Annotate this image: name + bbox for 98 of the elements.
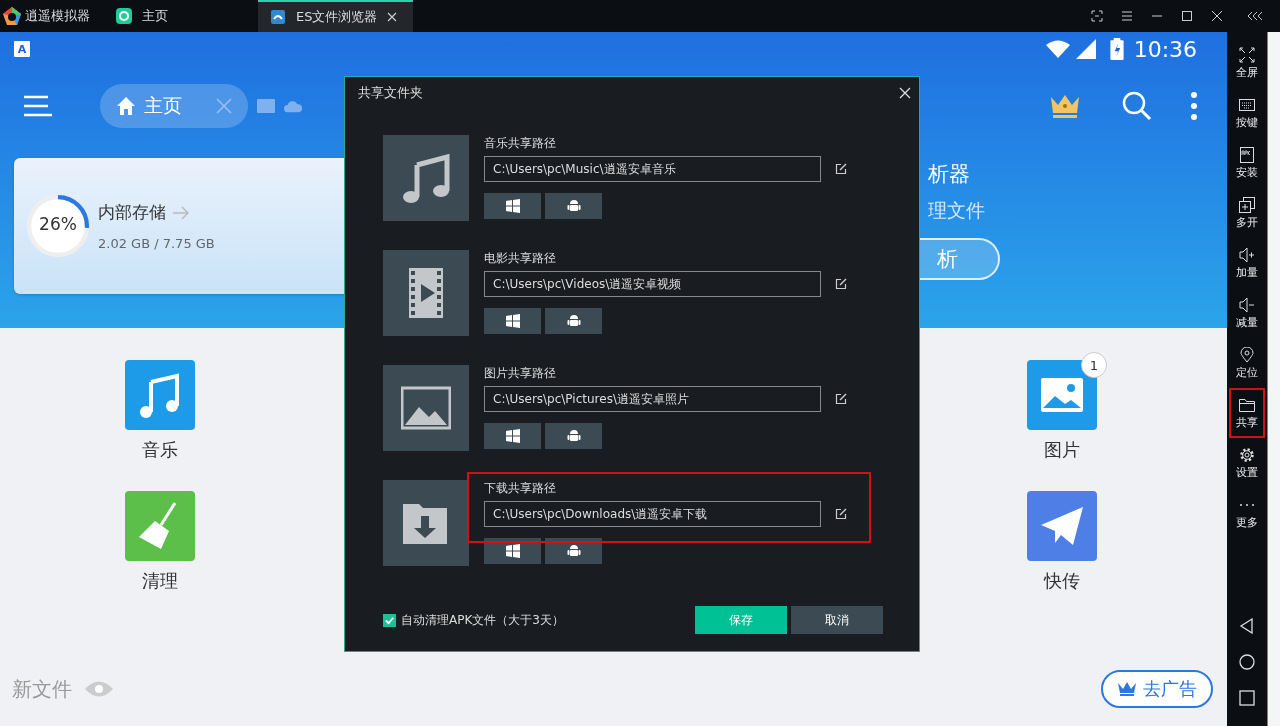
wifi-icon: [1045, 39, 1070, 59]
window-tab[interactable]: 主页: [110, 0, 200, 32]
picture-icon: [1027, 360, 1097, 430]
category-label: 音乐: [142, 438, 178, 462]
storage-percent: 26%: [38, 214, 78, 234]
count-badge: 1: [1081, 352, 1107, 378]
paper-plane-icon: [1027, 491, 1097, 561]
android-button[interactable]: [545, 423, 602, 449]
broom-icon: [125, 491, 195, 561]
edit-icon[interactable]: [835, 508, 847, 520]
windows-icon: [505, 314, 520, 328]
close-icon[interactable]: [899, 87, 911, 99]
notification-icon: A: [14, 41, 30, 57]
windows-icon: [505, 199, 520, 213]
sidebar-item[interactable]: 加量: [1229, 238, 1266, 288]
battery-icon: [1109, 38, 1124, 60]
music-note-icon: [125, 360, 195, 430]
remove-ads-button[interactable]: 去广告: [1101, 670, 1214, 708]
path-field[interactable]: C:\Users\pc\Downloads\逍遥安卓下载: [484, 501, 821, 527]
storage-title: 内部存储: [98, 201, 166, 224]
volume-down-icon: [1239, 296, 1256, 313]
recent-apps-icon[interactable]: [1239, 690, 1256, 706]
maximize-icon[interactable]: [1181, 10, 1193, 22]
status-time: 10:36: [1133, 36, 1198, 62]
crown-icon[interactable]: [1050, 93, 1081, 119]
analyzer-title: 析器: [928, 161, 971, 188]
sidebar-item[interactable]: 安装: [1229, 138, 1266, 188]
sidebar-item[interactable]: 多开: [1229, 188, 1266, 238]
storage-size: 2.02 GB / 7.75 GB: [98, 236, 215, 251]
path-field[interactable]: C:\Users\pc\Music\逍遥安卓音乐: [484, 156, 821, 182]
sidebar-item[interactable]: 全屏: [1229, 38, 1266, 88]
app-icon: [116, 8, 132, 24]
category-label: 清理: [142, 569, 178, 593]
app-icon: [270, 9, 286, 25]
path-label: 下载共享路径: [484, 480, 557, 497]
auto-clean-checkbox[interactable]: 自动清理APK文件（大于3天）: [383, 611, 564, 629]
sidebar-item[interactable]: 定位: [1229, 338, 1266, 388]
location-pin-icon: [1239, 346, 1256, 363]
windows-button[interactable]: [484, 423, 541, 449]
collapse-icon[interactable]: [1247, 11, 1265, 21]
folder-icon: [1239, 396, 1256, 413]
sidebar-item[interactable]: 共享: [1229, 388, 1266, 438]
multi-window-icon: [1239, 196, 1256, 213]
section-title: 新文件: [12, 675, 72, 703]
android-button[interactable]: [545, 308, 602, 334]
sidebar-item[interactable]: 减量: [1229, 288, 1266, 338]
android-button[interactable]: [545, 538, 602, 564]
checkbox[interactable]: [383, 613, 396, 627]
music-note-icon: [401, 153, 451, 203]
android-icon: [566, 314, 581, 328]
dialog-title: 共享文件夹: [358, 84, 423, 102]
android-icon: [566, 544, 581, 558]
edit-icon[interactable]: [835, 393, 847, 405]
edit-icon[interactable]: [835, 163, 847, 175]
more-icon[interactable]: [1190, 91, 1199, 121]
menu-icon[interactable]: [1121, 10, 1133, 22]
home-icon: [116, 96, 136, 116]
more-icon: [1239, 503, 1256, 506]
category-item[interactable]: 音乐: [45, 348, 275, 479]
path-label: 音乐共享路径: [484, 135, 557, 152]
path-field[interactable]: C:\Users\pc\Pictures\逍遥安卓照片: [484, 386, 821, 412]
sidebar-item[interactable]: 按键: [1229, 88, 1266, 138]
windows-icon: [505, 544, 520, 558]
category-label: 图片: [1044, 438, 1080, 462]
sidebar-item[interactable]: 更多: [1229, 488, 1266, 538]
back-icon[interactable]: [1239, 618, 1256, 634]
path-label: 图片共享路径: [484, 365, 557, 382]
path-field[interactable]: C:\Users\pc\Videos\逍遥安卓视频: [484, 271, 821, 297]
category-item[interactable]: 清理: [45, 479, 275, 610]
screenshot-icon[interactable]: [1091, 10, 1103, 22]
arrow-right-icon: [172, 205, 190, 220]
app-name: 逍遥模拟器: [25, 7, 90, 25]
close-icon[interactable]: [387, 12, 398, 22]
path-label: 电影共享路径: [484, 250, 557, 267]
settings-icon: [1239, 446, 1256, 463]
volume-up-icon: [1239, 246, 1256, 263]
window-tab[interactable]: ES文件浏览器: [258, 0, 414, 32]
keyboard-icon: [1239, 96, 1256, 113]
android-icon: [566, 199, 581, 213]
home-circle-icon[interactable]: [1239, 654, 1256, 670]
sidebar-item[interactable]: 设置: [1229, 438, 1266, 488]
cancel-button[interactable]: 取消: [791, 606, 883, 634]
windows-button[interactable]: [484, 193, 541, 219]
search-icon[interactable]: [1122, 91, 1153, 121]
windows-button[interactable]: [484, 308, 541, 334]
apk-file-icon: [1239, 146, 1256, 163]
analyzer-subtitle: 理文件: [928, 198, 986, 223]
category-item[interactable]: 快传: [947, 479, 1177, 610]
android-button[interactable]: [545, 193, 602, 219]
close-icon[interactable]: [1211, 10, 1223, 22]
fullscreen-icon: [1239, 46, 1256, 63]
windows-button[interactable]: [484, 538, 541, 564]
category-item[interactable]: 1 图片: [947, 348, 1177, 479]
windows-icon: [505, 429, 520, 443]
edit-icon[interactable]: [835, 278, 847, 290]
crown-icon: [1117, 681, 1138, 697]
android-icon: [566, 429, 581, 443]
category-label: 快传: [1044, 569, 1080, 593]
